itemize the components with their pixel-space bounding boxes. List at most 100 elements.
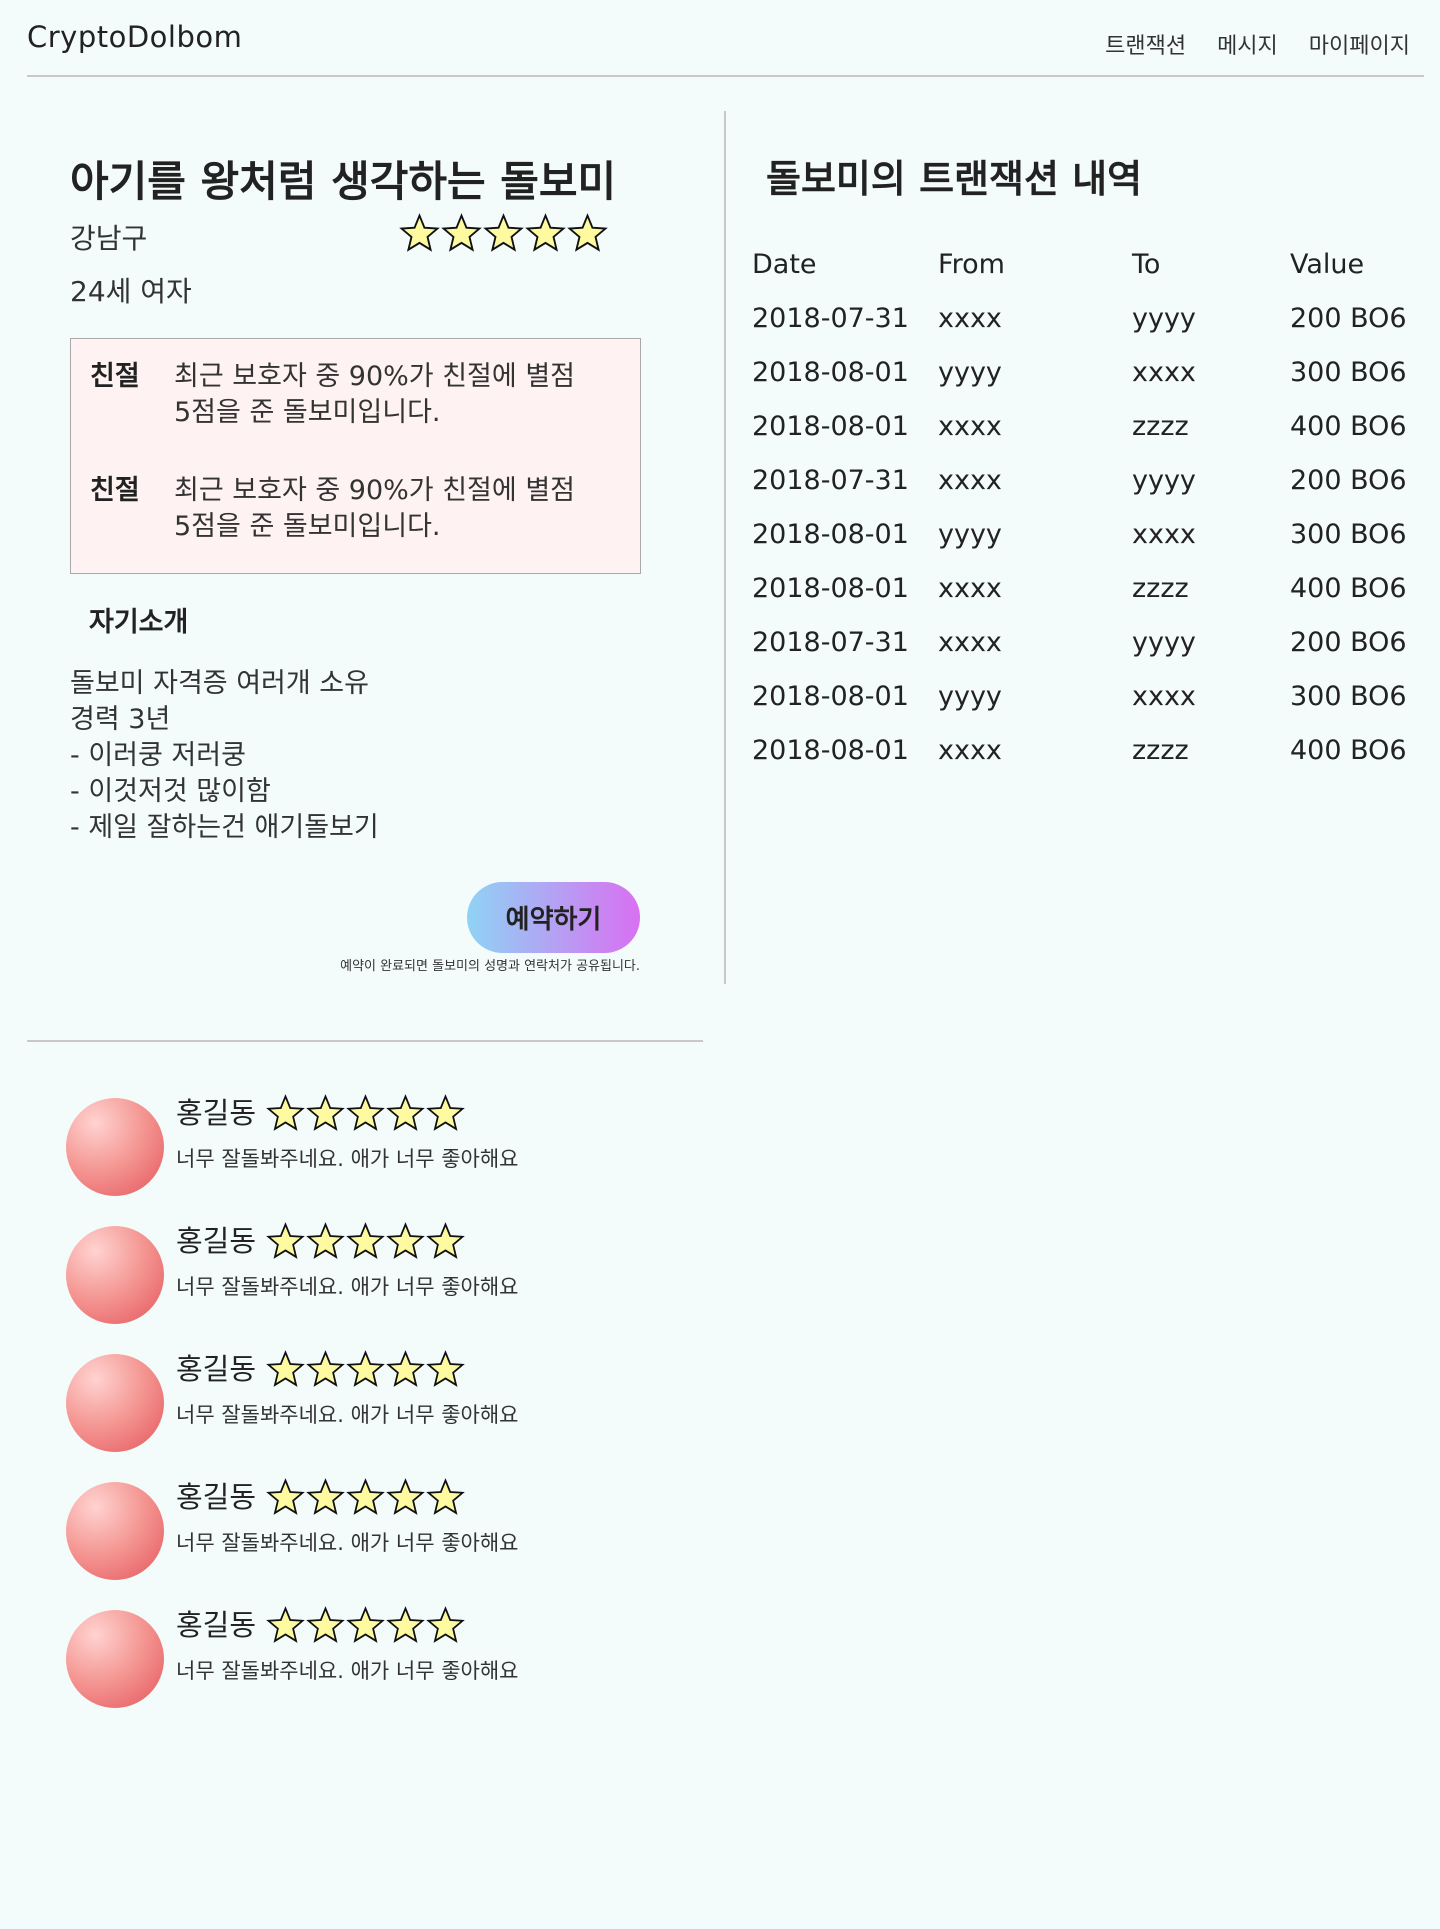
table-row: 2018-08-01 yyyy xxxx 300 BO6 (752, 669, 1412, 723)
cell-to: yyyy (1132, 302, 1196, 334)
column-header-date: Date (752, 248, 817, 280)
cell-to: xxxx (1132, 680, 1196, 712)
reviewer-name: 홍길동 (176, 1096, 257, 1130)
transactions-table: Date From To Value 2018-07-31 xxxx yyyy 200… (752, 237, 1412, 777)
profile-title: 아기를 왕처럼 생각하는 돌보미 (70, 157, 617, 206)
review-item: 홍길동너무 잘돌봐주네요. 애가 너무 좋아해요 (66, 1090, 626, 1200)
column-header-from: From (938, 248, 1005, 280)
user-avatar-icon (66, 1226, 164, 1324)
table-row: 2018-08-01 yyyy xxxx 300 BO6 (752, 507, 1412, 561)
cell-value: 300 BO6 (1290, 518, 1407, 550)
user-avatar-icon (66, 1354, 164, 1452)
cell-date: 2018-08-01 (752, 410, 909, 442)
star-icon (441, 213, 482, 252)
nav-messages[interactable]: 메시지 (1217, 28, 1278, 60)
star-icon (306, 1478, 345, 1515)
review-rating (266, 1222, 465, 1261)
cell-to: yyyy (1132, 626, 1196, 658)
star-icon (306, 1222, 345, 1259)
main-nav: 트랜잭션 메시지 마이페이지 (1105, 28, 1410, 60)
transactions-body: 2018-07-31 xxxx yyyy 200 BO6 2018-08-01 yyyy x… (752, 291, 1412, 777)
star-icon (386, 1094, 425, 1131)
cell-value: 400 BO6 (1290, 410, 1407, 442)
star-icon (525, 213, 566, 252)
cell-value: 400 BO6 (1290, 734, 1407, 766)
table-header-row: Date From To Value (752, 237, 1412, 291)
star-icon (306, 1094, 345, 1131)
cell-value: 300 BO6 (1290, 356, 1407, 388)
nav-mypage[interactable]: 마이페이지 (1309, 28, 1410, 60)
reserve-button[interactable]: 예약하기 (467, 882, 640, 953)
cell-from: yyyy (938, 356, 1002, 388)
review-text: 너무 잘돌봐주네요. 애가 너무 좋아해요 (176, 1147, 519, 1171)
cell-value: 300 BO6 (1290, 680, 1407, 712)
logo[interactable]: CryptoDolbom (27, 20, 242, 54)
transactions-title: 돌보미의 트랜잭션 내역 (766, 157, 1143, 201)
star-icon (266, 1478, 305, 1515)
cell-to: zzzz (1132, 734, 1189, 766)
cell-date: 2018-08-01 (752, 518, 909, 550)
badge-item: 친절 최근 보호자 중 90%가 친절에 별점 5점을 준 돌보미입니다. (90, 473, 614, 545)
star-icon (426, 1606, 465, 1643)
cell-date: 2018-08-01 (752, 356, 909, 388)
reviewer-name: 홍길동 (176, 1480, 257, 1514)
cell-date: 2018-08-01 (752, 680, 909, 712)
star-icon (306, 1606, 345, 1643)
table-row: 2018-08-01 xxxx zzzz 400 BO6 (752, 399, 1412, 453)
star-icon (266, 1606, 305, 1643)
star-icon (386, 1478, 425, 1515)
cell-to: xxxx (1132, 356, 1196, 388)
cell-date: 2018-07-31 (752, 626, 909, 658)
review-text: 너무 잘돌봐주네요. 애가 너무 좋아해요 (176, 1531, 519, 1555)
cell-from: xxxx (938, 464, 1002, 496)
table-row: 2018-08-01 xxxx zzzz 400 BO6 (752, 561, 1412, 615)
review-rating (266, 1478, 465, 1517)
reviewer-name: 홍길동 (176, 1608, 257, 1642)
review-text: 너무 잘돌봐주네요. 애가 너무 좋아해요 (176, 1403, 519, 1427)
reviewer-name: 홍길동 (176, 1352, 257, 1386)
badge-item: 친절 최근 보호자 중 90%가 친절에 별점 5점을 준 돌보미입니다. (90, 359, 614, 431)
cell-date: 2018-07-31 (752, 302, 909, 334)
star-icon (346, 1478, 385, 1515)
badge-label: 친절 (90, 475, 140, 506)
star-icon (567, 213, 608, 252)
reviewer-name: 홍길동 (176, 1224, 257, 1258)
star-icon (483, 213, 524, 252)
review-text: 너무 잘돌봐주네요. 애가 너무 좋아해요 (176, 1659, 519, 1683)
intro-text: 돌보미 자격증 여러개 소유 경력 3년 - 이러쿵 저러쿵 - 이것저것 많이… (70, 668, 379, 843)
table-row: 2018-07-31 xxxx yyyy 200 BO6 (752, 453, 1412, 507)
cell-date: 2018-07-31 (752, 464, 909, 496)
user-avatar-icon (66, 1610, 164, 1708)
nav-transactions[interactable]: 트랜잭션 (1105, 28, 1186, 60)
table-row: 2018-08-01 xxxx zzzz 400 BO6 (752, 723, 1412, 777)
review-item: 홍길동너무 잘돌봐주네요. 애가 너무 좋아해요 (66, 1474, 626, 1584)
column-header-to: To (1132, 248, 1161, 280)
badge-text: 최근 보호자 중 90%가 친절에 별점 5점을 준 돌보미입니다. (174, 361, 576, 428)
cell-from: xxxx (938, 410, 1002, 442)
top-header: CryptoDolbom 트랜잭션 메시지 마이페이지 (27, 0, 1424, 77)
star-icon (346, 1606, 385, 1643)
badge-label: 친절 (90, 361, 140, 392)
star-icon (426, 1478, 465, 1515)
cell-from: yyyy (938, 680, 1002, 712)
reserve-note: 예약이 완료되면 돌보미의 성명과 연락처가 공유됩니다. (340, 959, 640, 974)
table-row: 2018-07-31 xxxx yyyy 200 BO6 (752, 291, 1412, 345)
star-icon (386, 1350, 425, 1387)
badge-box: 친절 최근 보호자 중 90%가 친절에 별점 5점을 준 돌보미입니다. 친절… (70, 338, 641, 574)
cell-from: xxxx (938, 572, 1002, 604)
cell-value: 200 BO6 (1290, 464, 1407, 496)
cell-to: zzzz (1132, 572, 1189, 604)
profile-location: 강남구 (70, 222, 148, 255)
star-icon (426, 1094, 465, 1131)
table-row: 2018-07-31 xxxx yyyy 200 BO6 (752, 615, 1412, 669)
cell-value: 200 BO6 (1290, 626, 1407, 658)
user-avatar-icon (66, 1098, 164, 1196)
cell-from: xxxx (938, 734, 1002, 766)
star-icon (306, 1350, 345, 1387)
profile-rating (399, 213, 608, 254)
cell-from: xxxx (938, 626, 1002, 658)
review-item: 홍길동너무 잘돌봐주네요. 애가 너무 좋아해요 (66, 1602, 626, 1712)
cell-date: 2018-08-01 (752, 572, 909, 604)
star-icon (266, 1350, 305, 1387)
review-rating (266, 1350, 465, 1389)
